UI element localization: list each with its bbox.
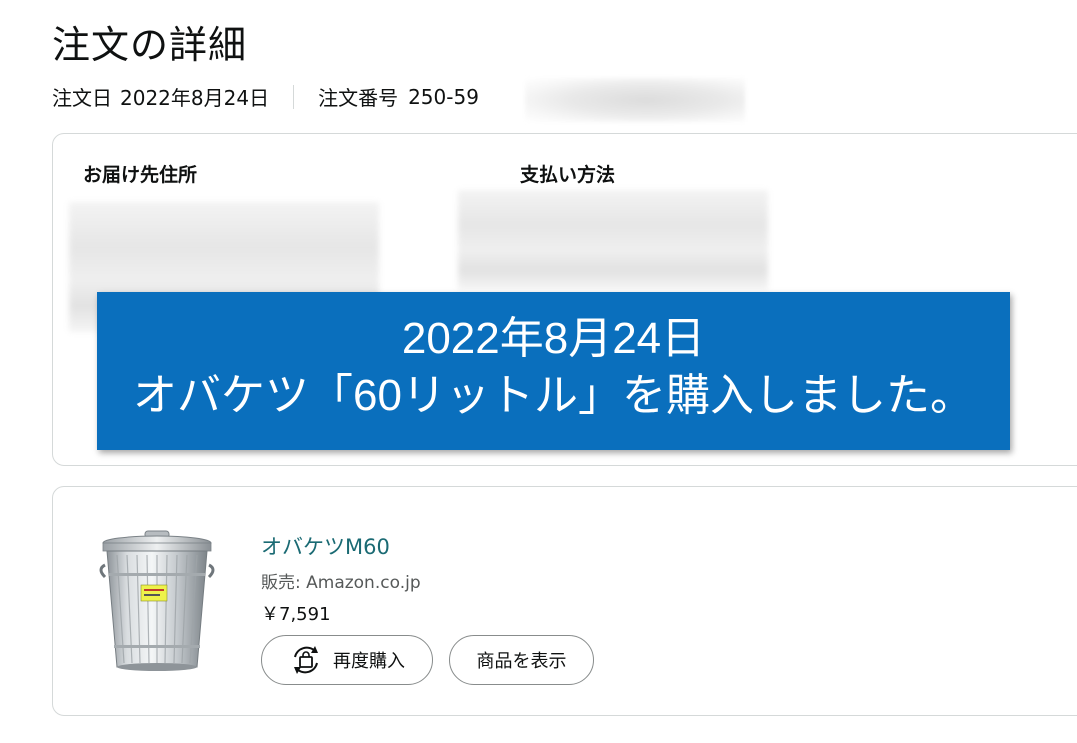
- order-number-redaction: [525, 78, 745, 122]
- page-title: 注文の詳細: [52, 23, 248, 67]
- order-details-page: 注文の詳細 注文日 2022年8月24日 注文番号 250-59 お届け先住所 …: [0, 0, 1077, 743]
- galvanized-trash-can-image: [99, 530, 215, 671]
- product-title-link[interactable]: オバケツM60: [261, 531, 390, 561]
- banner-message: オバケツ「60リットル」を購入しました。: [133, 371, 974, 420]
- buy-again-label: 再度購入: [333, 651, 405, 672]
- announcement-banner: 2022年8月24日 オバケツ「60リットル」を購入しました。: [97, 292, 1010, 450]
- order-item-card: オバケツM60 販売: Amazon.co.jp ￥7,591 再度購入 商品を…: [52, 486, 1077, 716]
- order-date: 2022年8月24日: [120, 86, 270, 110]
- product-price: ￥7,591: [261, 604, 331, 625]
- banner-date: 2022年8月24日: [401, 314, 706, 363]
- product-image[interactable]: [97, 527, 217, 677]
- payment-method-heading: 支払い方法: [520, 164, 616, 186]
- product-seller: 販売: Amazon.co.jp: [261, 573, 421, 593]
- view-product-label: 商品を表示: [476, 651, 567, 672]
- view-product-button[interactable]: 商品を表示: [449, 635, 594, 685]
- meta-divider: [293, 84, 295, 109]
- buy-again-icon: [294, 646, 318, 674]
- buy-again-button[interactable]: 再度購入: [261, 635, 433, 685]
- order-number: 250-59: [408, 84, 479, 109]
- payment-method-redaction: [458, 190, 768, 290]
- shipping-address-heading: お届け先住所: [83, 164, 198, 186]
- order-number-label: 注文番号: [318, 86, 399, 110]
- order-date-label: 注文日: [52, 86, 112, 110]
- order-meta: 注文日 2022年8月24日 注文番号 250-59: [52, 82, 479, 111]
